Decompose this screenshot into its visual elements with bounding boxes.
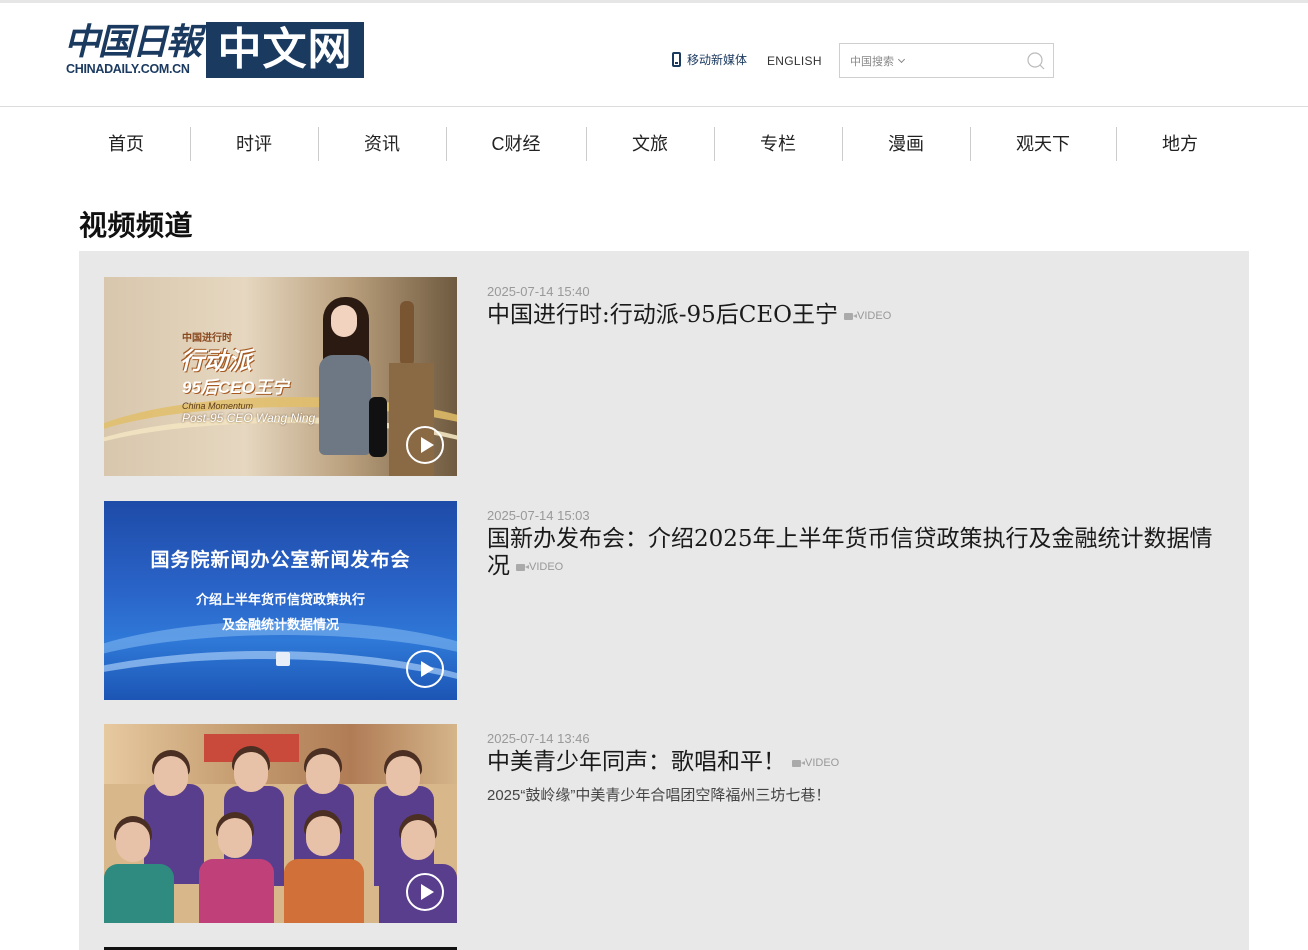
- search-icon[interactable]: [1027, 52, 1045, 70]
- nav-item-local[interactable]: 地方: [1144, 127, 1216, 161]
- video-tag-label: VIDEO: [805, 757, 840, 769]
- video-tag-label: VIDEO: [529, 561, 564, 573]
- nav-divider: [970, 127, 971, 161]
- video-tag-label: VIDEO: [857, 310, 892, 322]
- nav-divider: [190, 127, 191, 161]
- english-link[interactable]: ENGLISH: [767, 54, 822, 68]
- search-scope-dropdown[interactable]: 中国搜索: [850, 53, 906, 69]
- nav-divider: [586, 127, 587, 161]
- camera-icon: [516, 564, 529, 571]
- nav-divider: [714, 127, 715, 161]
- video-meta: 2025-07-14 15:03 国新办发布会：介绍2025年上半年货币信贷政策…: [487, 508, 1217, 581]
- camera-icon: [844, 313, 858, 320]
- search-scope-label: 中国搜索: [850, 56, 894, 68]
- video-title: 中国进行时:行动派-95后CEO王宁: [487, 302, 839, 328]
- video-title-link[interactable]: 中国进行时:行动派-95后CEO王宁 VIDEO: [487, 302, 1217, 330]
- video-title: 中美青少年同声：歌唱和平！: [487, 749, 786, 775]
- play-icon[interactable]: [406, 650, 444, 688]
- nav-item-world[interactable]: 观天下: [998, 127, 1088, 161]
- nav-item-columns[interactable]: 专栏: [742, 127, 814, 161]
- video-item: 国务院新闻办公室新闻发布会 介绍上半年货币信贷政策执行 及金融统计数据情况 20…: [104, 501, 1224, 701]
- thumbnail-text: China Momentum: [182, 401, 254, 411]
- chevron-down-icon: [897, 55, 906, 64]
- thumbnail-person: [309, 297, 389, 462]
- nav-divider: [446, 127, 447, 161]
- logo-english: CHINADAILY.COM.CN: [66, 62, 190, 76]
- nav-divider: [842, 127, 843, 161]
- thumbnail-text: 行动派: [180, 348, 252, 375]
- video-list: 中国进行时 行动派 95后CEO王宁 China Momentum Post-9…: [79, 251, 1249, 950]
- nav-item-home[interactable]: 首页: [90, 127, 162, 161]
- nav-item-comics[interactable]: 漫画: [870, 127, 942, 161]
- site-logo[interactable]: 中国日報 CHINADAILY.COM.CN 中文网: [64, 20, 364, 80]
- thumbnail-decoration: [400, 301, 414, 366]
- video-date: 2025-07-14 15:03: [487, 508, 590, 523]
- video-meta: 2025-07-14 13:46 中美青少年同声：歌唱和平！ VIDEO 2025…: [487, 731, 1217, 806]
- site-header: 中国日報 CHINADAILY.COM.CN 中文网 移动新媒体 ENGLISH…: [0, 3, 1308, 107]
- page-title: 视频频道: [79, 209, 194, 242]
- thumbnail-text: Post-95 CEO Wang Ning: [182, 411, 316, 425]
- video-tag: VIDEO: [844, 310, 891, 322]
- video-title: 国新办发布会：介绍2025年上半年货币信贷政策执行及金融统计数据情况: [487, 526, 1213, 579]
- video-thumbnail[interactable]: 国务院新闻办公室新闻发布会 介绍上半年货币信贷政策执行 及金融统计数据情况: [104, 501, 457, 700]
- nav-item-finance[interactable]: C财经: [474, 127, 558, 161]
- mobile-media-label: 移动新媒体: [687, 53, 748, 67]
- video-item: 中国进行时 行动派 95后CEO王宁 China Momentum Post-9…: [104, 277, 1224, 477]
- thumbnail-text: 介绍上半年货币信贷政策执行: [195, 592, 365, 607]
- nav-item-culture-travel[interactable]: 文旅: [614, 127, 686, 161]
- camera-icon: [792, 760, 805, 767]
- nav-divider: [318, 127, 319, 161]
- search-input[interactable]: [912, 50, 1022, 72]
- logo-chinese: 中国日報: [64, 21, 202, 63]
- video-item: 2025-07-14 13:46 中美青少年同声：歌唱和平！ VIDEO 2025…: [104, 724, 1224, 924]
- video-date: 2025-07-14 15:40: [487, 284, 590, 299]
- video-description: 2025“鼓岭缘”中美青少年合唱团空降福州三坊七巷！: [487, 787, 831, 804]
- video-meta: 2025-07-14 15:40 中国进行时:行动派-95后CEO王宁 VIDEO: [487, 284, 1217, 330]
- play-icon[interactable]: [406, 873, 444, 911]
- thumbnail-text: 国务院新闻办公室新闻发布会: [150, 550, 411, 571]
- china-daily-badge-icon: [276, 652, 290, 666]
- search-box: 中国搜索: [839, 43, 1054, 78]
- video-thumbnail[interactable]: 中国进行时 行动派 95后CEO王宁 China Momentum Post-9…: [104, 277, 457, 476]
- video-thumbnail[interactable]: [104, 724, 457, 923]
- thumbnail-text: 及金融统计数据情况: [221, 617, 339, 632]
- nav-item-commentary[interactable]: 时评: [218, 127, 290, 161]
- play-icon[interactable]: [406, 426, 444, 464]
- video-date: 2025-07-14 13:46: [487, 731, 590, 746]
- nav-divider: [1116, 127, 1117, 161]
- video-tag: VIDEO: [792, 757, 839, 769]
- video-title-link[interactable]: 国新办发布会：介绍2025年上半年货币信贷政策执行及金融统计数据情况 VIDEO: [487, 526, 1217, 581]
- logo-box: 中文网: [206, 22, 364, 78]
- main-nav: 首页 时评 资讯 C财经 文旅 专栏 漫画 观天下 地方: [62, 127, 1242, 161]
- mobile-media-link[interactable]: 移动新媒体: [672, 51, 747, 68]
- thumbnail-text: 95后CEO王宁: [182, 378, 289, 397]
- nav-item-news[interactable]: 资讯: [346, 127, 418, 161]
- video-title-link[interactable]: 中美青少年同声：歌唱和平！ VIDEO: [487, 749, 1217, 777]
- logo-wordmark: 中国日報 CHINADAILY.COM.CN: [64, 20, 206, 80]
- phone-icon: [672, 52, 681, 67]
- video-tag: VIDEO: [516, 561, 563, 573]
